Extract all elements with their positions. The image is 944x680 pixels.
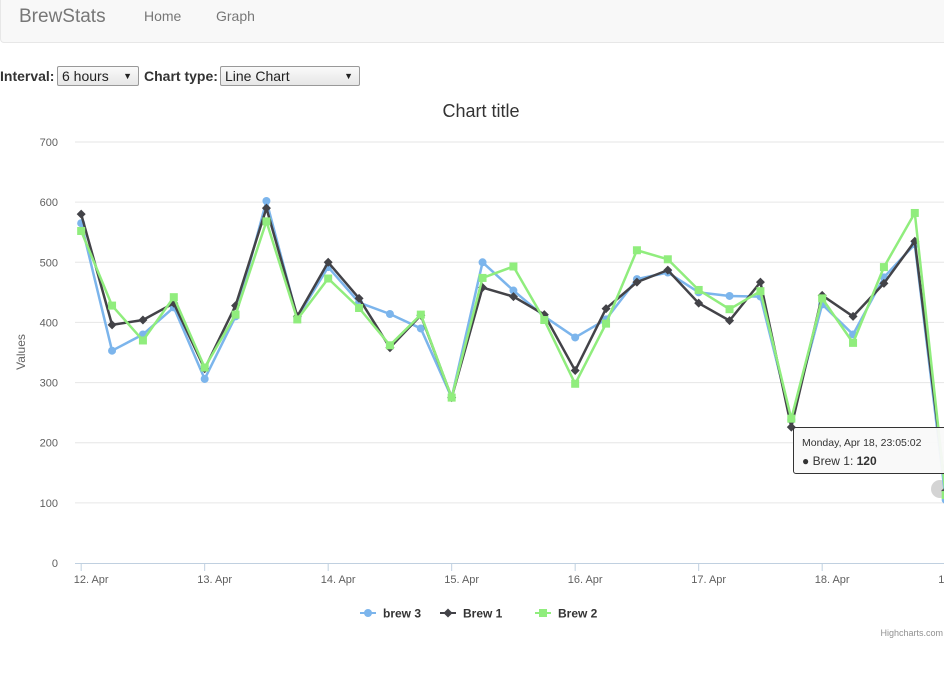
y-tick-label: 700 [40, 137, 58, 149]
data-point-brew-2 [509, 262, 518, 271]
data-point-brew-2 [262, 217, 271, 226]
data-point-brew-2 [77, 227, 86, 236]
legend-item-brew-2[interactable]: Brew 2 [535, 607, 598, 621]
data-point-brew-2 [231, 310, 240, 319]
nav-home-link[interactable]: Home [144, 8, 181, 24]
data-point-brew-2 [355, 303, 364, 312]
data-point-brew-2 [787, 414, 796, 423]
tooltip-series: Brew 1 [812, 454, 850, 468]
legend-label: Brew 2 [558, 607, 598, 621]
legend-label: brew 3 [383, 607, 421, 621]
data-point-brew-2 [571, 379, 580, 388]
data-point-brew-2 [447, 393, 456, 402]
y-tick-label: 300 [40, 378, 58, 390]
dropdown-arrow-icon: ▼ [123, 71, 132, 81]
interval-value: 6 hours [62, 68, 109, 84]
data-point-brew-2 [663, 255, 672, 264]
data-point-brew-3 [108, 346, 117, 355]
data-point-brew-2 [540, 316, 549, 325]
dropdown-arrow-icon: ▼ [344, 71, 353, 81]
y-tick-label: 500 [40, 257, 58, 269]
data-point-brew-2 [879, 263, 888, 272]
data-point-brew-1 [138, 315, 148, 325]
legend-item-brew-3[interactable]: brew 3 [360, 607, 421, 621]
y-tick-label: 600 [40, 197, 58, 209]
tooltip-date: Monday, Apr 18, 23:05:02 [802, 437, 922, 449]
x-tick-label: 17. Apr [691, 574, 726, 586]
legend-marker-icon [539, 609, 547, 617]
y-axis-ticks: 0 100 200 300 400 500 600 700 [40, 137, 58, 570]
y-tick-label: 100 [40, 498, 58, 510]
legend-marker-icon [364, 609, 372, 617]
data-point-brew-2 [818, 294, 827, 303]
chart-type-label: Chart type: [144, 68, 218, 84]
data-point-brew-3 [725, 291, 734, 300]
legend-item-brew-1[interactable]: Brew 1 [440, 607, 503, 621]
data-point-brew-2 [694, 285, 703, 294]
x-tick-label: 15. Apr [444, 574, 479, 586]
chart-type-value: Line Chart [225, 68, 290, 84]
tooltip-series-dot-icon: ● [802, 454, 810, 468]
y-tick-label: 200 [40, 438, 58, 450]
data-point-brew-2 [200, 363, 209, 372]
chart-tooltip: Monday, Apr 18, 23:05:02 ● Brew 1: 120 [793, 427, 944, 474]
data-point-brew-2 [385, 341, 394, 350]
navbar: BrewStats Home Graph [0, 0, 944, 43]
credits-link[interactable]: Highcharts.com [880, 628, 943, 638]
data-point-brew-3 [200, 374, 209, 383]
data-point-brew-2 [849, 338, 858, 347]
data-point-brew-2 [324, 274, 333, 283]
x-tick-label: 19. Apr [938, 574, 944, 586]
x-tick-label: 16. Apr [568, 574, 603, 586]
y-axis-label: Values [14, 334, 28, 370]
data-point-brew-2 [138, 336, 147, 345]
line-chart: Chart title 0 100 200 300 400 500 600 700 12. A… [14, 101, 944, 638]
tooltip-line: ● Brew 1: 120 [802, 454, 877, 468]
legend-label: Brew 1 [463, 607, 503, 621]
chart-type-select[interactable]: Line Chart ▼ [220, 66, 360, 86]
data-point-brew-2 [602, 319, 611, 328]
chart-legend: brew 3 Brew 1 Brew 2 [360, 607, 598, 621]
data-point-brew-3 [571, 333, 580, 342]
data-point-brew-2 [478, 273, 487, 282]
interval-label: Interval: [0, 68, 55, 84]
x-tick-label: 13. Apr [197, 574, 232, 586]
data-point-brew-2 [416, 310, 425, 319]
data-point-brew-2 [293, 315, 302, 324]
x-tick-label: 12. Apr [74, 574, 109, 586]
legend-marker-icon [443, 608, 453, 618]
tooltip-value: 120 [856, 454, 877, 468]
interval-select[interactable]: 6 hours ▼ [57, 66, 139, 86]
data-point-brew-2 [169, 293, 178, 302]
data-point-brew-2 [725, 305, 734, 314]
y-tick-label: 400 [40, 317, 58, 329]
data-point-brew-2 [632, 246, 641, 255]
data-point-brew-2 [910, 208, 919, 217]
data-point-brew-3 [478, 258, 487, 267]
brand-logo[interactable]: BrewStats [19, 6, 106, 28]
chart-title: Chart title [442, 101, 519, 121]
data-point-brew-2 [108, 301, 117, 310]
data-point-brew-3 [385, 310, 394, 319]
x-tick-label: 14. Apr [321, 574, 356, 586]
data-point-brew-1 [107, 320, 117, 330]
data-point-brew-2 [756, 287, 765, 296]
y-tick-label: 0 [52, 558, 58, 570]
data-point-brew-1 [76, 209, 86, 219]
x-axis: 12. Apr 13. Apr 14. Apr 15. Apr 16. Apr 17. A… [74, 563, 944, 586]
x-tick-label: 18. Apr [815, 574, 850, 586]
nav-graph-link[interactable]: Graph [216, 8, 255, 24]
